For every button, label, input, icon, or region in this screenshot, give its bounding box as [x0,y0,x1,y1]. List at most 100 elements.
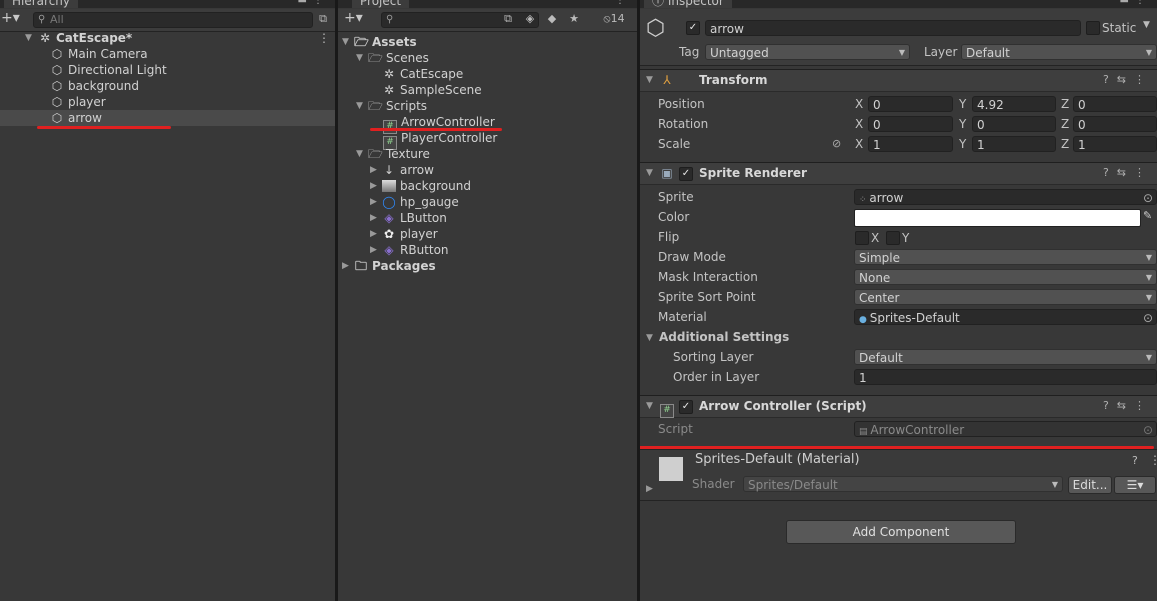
layer-dropdown[interactable]: Default ▼ [961,44,1157,60]
hierarchy-item-directional-light[interactable]: ⬡ Directional Light [50,62,167,78]
component-header-icons[interactable]: ?⇆⋮ [1103,399,1153,412]
add-component-button[interactable]: Add Component [786,520,1016,544]
asset-scene-samplescene[interactable]: ✲ SampleScene [382,82,482,98]
hierarchy-item-arrow[interactable]: ⬡ arrow [0,110,335,126]
scene-visibility-icon[interactable]: ⧉ [315,12,331,26]
material-object-field[interactable]: ● Sprites-Default ⊙ [854,309,1157,325]
tab-project[interactable]: Project [352,0,410,8]
additional-settings-fold-arrow[interactable]: ▼ [646,330,653,346]
search-mode-icon[interactable]: ⧉ [500,12,516,26]
object-picker-icon[interactable]: ⊙ [1143,190,1153,204]
component-header-icons[interactable]: ?⇆⋮ [1103,166,1153,179]
packages-fold-arrow[interactable]: ▶ [342,258,349,274]
filter-type-icon[interactable]: ◈ [522,12,538,26]
asset-texture-lbutton[interactable]: ◈ LButton [382,210,447,226]
eyedropper-icon[interactable]: ✎ [1143,209,1152,222]
position-z-field[interactable]: 0 [1073,96,1157,112]
asset-script-playercontroller[interactable]: # PlayerController [383,130,497,150]
arrow-controller-header[interactable]: ▼ # ✓ Arrow Controller (Script) ?⇆⋮ [640,395,1157,418]
folder-scenes[interactable]: 🗁 Scenes [368,50,429,66]
folder-scripts[interactable]: 🗁 Scripts [368,98,427,114]
asset-scene-catescape[interactable]: ✲ CatEscape [382,66,463,82]
panel-menu-icons[interactable]: ⋮ [615,0,631,6]
sorting-layer-dropdown[interactable]: Default ▼ [854,349,1157,365]
scenes-fold-arrow[interactable]: ▼ [356,50,363,66]
object-picker-icon[interactable]: ⊙ [1143,310,1153,324]
texture-expand-arrow[interactable]: ▶ [370,226,377,242]
create-asset-button[interactable]: +▾ [344,10,363,26]
order-in-layer-field[interactable]: 1 [854,369,1157,385]
hidden-packages-toggle[interactable]: ⦸14 [596,12,632,26]
rotation-z-field[interactable]: 0 [1073,116,1157,132]
texture-expand-arrow[interactable]: ▶ [370,178,377,194]
folder-assets[interactable]: 🗁 Assets [354,34,417,50]
favorite-icon[interactable]: ★ [566,12,582,26]
assets-fold-arrow[interactable]: ▼ [342,34,349,50]
hierarchy-item-player[interactable]: ⬡ player [50,94,106,110]
transform-header[interactable]: ▼ ⅄ Transform ?⇆⋮ [640,69,1157,92]
sprite-sort-point-dropdown[interactable]: Center ▼ [854,289,1157,305]
scale-y-field[interactable]: 1 [972,136,1056,152]
hierarchy-item-main-camera[interactable]: ⬡ Main Camera [50,46,148,62]
scene-root-item[interactable]: ✲ CatEscape* [38,30,132,46]
position-x-field[interactable]: 0 [868,96,953,112]
asset-texture-hp-gauge[interactable]: ◯ hp_gauge [382,194,459,210]
scene-menu-icon[interactable]: ⋮ [318,31,330,45]
texture-fold-arrow[interactable]: ▼ [356,146,363,162]
object-name-input[interactable]: arrow [705,20,1081,36]
sprite-renderer-fold-arrow[interactable]: ▼ [646,165,653,181]
arrow-controller-fold-arrow[interactable]: ▼ [646,398,653,414]
scene-fold-arrow[interactable]: ▼ [25,30,32,46]
shader-dropdown[interactable]: Sprites/Default ▼ [743,476,1063,492]
transform-fold-arrow[interactable]: ▼ [646,72,653,88]
asset-texture-player[interactable]: ✿ player [382,226,438,242]
add-object-button[interactable]: +▾ [1,10,20,26]
sprite-renderer-header[interactable]: ▼ ▣ ✓ Sprite Renderer ?⇆⋮ [640,162,1157,185]
help-icon[interactable]: ? [1132,454,1138,467]
filter-label-icon[interactable]: ◆ [544,12,560,26]
static-dropdown-arrow[interactable]: ▼ [1143,20,1150,30]
asset-texture-arrow[interactable]: ↓ arrow [382,162,434,178]
scripts-fold-arrow[interactable]: ▼ [356,98,363,114]
asset-texture-background[interactable]: background [382,178,471,194]
hierarchy-search-input[interactable]: ⚲ All [33,12,313,28]
flip-x-checkbox[interactable] [855,231,869,245]
texture-expand-arrow[interactable]: ▶ [370,162,377,178]
scale-x-field[interactable]: 1 [868,136,953,152]
active-checkbox[interactable]: ✓ [686,21,700,35]
flip-y-checkbox[interactable] [886,231,900,245]
sprite-object-field[interactable]: ⁘ arrow ⊙ [854,189,1157,205]
texture-expand-arrow[interactable]: ▶ [370,194,377,210]
arrow-controller-enabled-checkbox[interactable]: ✓ [679,400,693,414]
folder-texture[interactable]: 🗁 Texture [368,146,430,162]
rotation-x-field[interactable]: 0 [868,116,953,132]
static-checkbox[interactable] [1086,21,1100,35]
panel-menu-icons[interactable]: ▬⋮ [298,0,329,6]
draw-mode-dropdown[interactable]: Simple ▼ [854,249,1157,265]
sprite-sort-point-label: Sprite Sort Point [658,290,756,304]
sprite-renderer-enabled-checkbox[interactable]: ✓ [679,167,693,181]
inspector-tabbar: ⓘ Inspector ▬⋮ [640,0,1157,8]
menu-icon[interactable]: ⋮ [1149,453,1157,467]
constrain-proportions-icon[interactable]: ⊘ [832,137,841,150]
folder-packages[interactable]: 🗀 Packages [354,258,436,274]
additional-settings-label[interactable]: Additional Settings [659,328,789,346]
color-swatch[interactable] [854,209,1141,227]
tab-inspector[interactable]: ⓘ Inspector [644,0,732,8]
edit-shader-button[interactable]: Edit... [1068,476,1112,494]
asset-texture-rbutton[interactable]: ◈ RButton [382,242,448,258]
project-tabbar: Project ⋮ [338,0,637,8]
texture-expand-arrow[interactable]: ▶ [370,242,377,258]
rotation-y-field[interactable]: 0 [972,116,1056,132]
hierarchy-item-background[interactable]: ⬡ background [50,78,139,94]
texture-expand-arrow[interactable]: ▶ [370,210,377,226]
tab-hierarchy[interactable]: Hierarchy [4,0,79,8]
panel-menu-icons[interactable]: ▬⋮ [1120,0,1151,6]
tag-dropdown[interactable]: Untagged ▼ [705,44,910,60]
mask-interaction-dropdown[interactable]: None ▼ [854,269,1157,285]
material-fold-arrow[interactable]: ▶ [646,484,653,494]
scale-z-field[interactable]: 1 [1073,136,1157,152]
position-y-field[interactable]: 4.92 [972,96,1056,112]
component-header-icons[interactable]: ?⇆⋮ [1103,73,1153,86]
shader-options-button[interactable]: ☰▾ [1114,476,1156,494]
